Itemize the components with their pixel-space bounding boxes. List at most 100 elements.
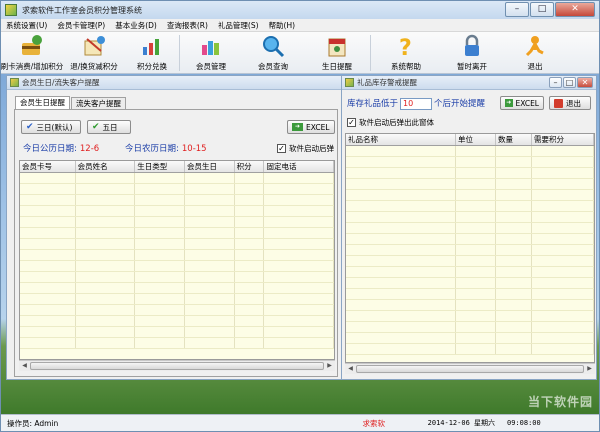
table-cell bbox=[346, 212, 456, 222]
table-row[interactable] bbox=[346, 256, 594, 267]
return-goods-icon bbox=[84, 36, 105, 56]
table-row[interactable] bbox=[346, 179, 594, 190]
scroll-left-icon[interactable]: ◀ bbox=[19, 361, 30, 371]
table-cell bbox=[496, 256, 532, 266]
table-row[interactable] bbox=[346, 201, 594, 212]
gift-export-excel-button[interactable]: ➜ EXCEL bbox=[500, 96, 544, 110]
table-row[interactable] bbox=[20, 206, 334, 217]
menu-help[interactable]: 帮助(H) bbox=[264, 20, 301, 31]
menu-basic-business[interactable]: 基本业务(D) bbox=[110, 20, 162, 31]
table-row[interactable] bbox=[346, 278, 594, 289]
child-maximize-button[interactable]: □ bbox=[563, 77, 576, 88]
table-row[interactable] bbox=[346, 146, 594, 157]
scroll-right-icon[interactable]: ▶ bbox=[324, 361, 335, 371]
column-header[interactable]: 数量 bbox=[496, 134, 532, 145]
table-cell bbox=[346, 179, 456, 189]
table-cell bbox=[264, 294, 334, 304]
table-row[interactable] bbox=[346, 168, 594, 179]
minimize-button[interactable]: – bbox=[505, 2, 529, 17]
birthday-reminder-button[interactable]: 生日提醒 bbox=[304, 32, 370, 74]
scroll-thumb[interactable] bbox=[356, 365, 584, 373]
return-goods-button[interactable]: 退/换货减积分 bbox=[63, 32, 125, 74]
table-row[interactable] bbox=[346, 300, 594, 311]
gift-exit-button[interactable]: 退出 bbox=[549, 96, 591, 110]
table-row[interactable] bbox=[20, 250, 334, 261]
table-row[interactable] bbox=[20, 228, 334, 239]
menu-system-settings[interactable]: 系统设置(U) bbox=[1, 20, 52, 31]
column-header[interactable]: 会员卡号 bbox=[20, 161, 76, 172]
table-row[interactable] bbox=[20, 305, 334, 316]
menu-gift-manage[interactable]: 礼品管理(S) bbox=[213, 20, 264, 31]
table-row[interactable] bbox=[346, 223, 594, 234]
threshold-input[interactable]: 10 bbox=[400, 98, 433, 110]
exit-button[interactable]: 退出 bbox=[503, 32, 567, 74]
table-row[interactable] bbox=[20, 338, 334, 349]
temporary-leave-button[interactable]: 暂时离开 bbox=[441, 32, 503, 74]
five-days-button[interactable]: ✔ 五日 bbox=[87, 120, 131, 134]
scroll-thumb[interactable] bbox=[30, 362, 324, 370]
menu-card-manage[interactable]: 会员卡管理(P) bbox=[52, 20, 110, 31]
column-header[interactable]: 会员生日 bbox=[185, 161, 235, 172]
table-row[interactable] bbox=[346, 333, 594, 344]
table-row[interactable] bbox=[346, 234, 594, 245]
maximize-button[interactable]: □ bbox=[530, 2, 554, 17]
table-row[interactable] bbox=[20, 283, 334, 294]
gift-autostart-checkbox[interactable]: ✓ 软件启动后弹出此窗体 bbox=[347, 117, 434, 128]
column-header[interactable]: 积分 bbox=[235, 161, 265, 172]
table-row[interactable] bbox=[346, 212, 594, 223]
column-header[interactable]: 生日类型 bbox=[135, 161, 185, 172]
table-row[interactable] bbox=[20, 316, 334, 327]
table-cell bbox=[76, 195, 136, 205]
table-cell bbox=[346, 146, 456, 156]
table-cell bbox=[185, 327, 235, 337]
table-cell bbox=[185, 206, 235, 216]
operator-status: 操作员: Admin bbox=[7, 418, 59, 428]
member-manage-button[interactable]: 会员管理 bbox=[180, 32, 242, 74]
table-cell bbox=[135, 327, 185, 337]
table-row[interactable] bbox=[346, 311, 594, 322]
table-row[interactable] bbox=[20, 217, 334, 228]
tab-birthday-reminder[interactable]: 会员生日提醒 bbox=[15, 96, 70, 109]
scroll-left-icon[interactable]: ◀ bbox=[345, 364, 356, 374]
three-days-button[interactable]: ✔ 三日(默认) bbox=[21, 120, 81, 134]
menu-query-report[interactable]: 查询报表(R) bbox=[162, 20, 213, 31]
points-exchange-button[interactable]: 积分兑换 bbox=[125, 32, 179, 74]
table-cell bbox=[264, 217, 334, 227]
excel-icon: ➜ bbox=[292, 123, 303, 131]
column-header[interactable]: 单位 bbox=[456, 134, 496, 145]
column-header[interactable]: 礼品名称 bbox=[346, 134, 456, 145]
table-row[interactable] bbox=[20, 195, 334, 206]
table-row[interactable] bbox=[346, 245, 594, 256]
column-header[interactable]: 需要积分 bbox=[532, 134, 594, 145]
export-excel-button[interactable]: ➜ EXCEL bbox=[287, 120, 335, 134]
table-cell bbox=[532, 278, 594, 288]
child-minimize-button[interactable]: – bbox=[549, 77, 562, 88]
window-title: 求索软件工作室会员积分管理系统 bbox=[22, 5, 142, 15]
card-swipe-button[interactable]: 刷卡消费/增加积分 bbox=[1, 32, 63, 74]
autostart-checkbox[interactable]: ✓ 软件启动后弹 bbox=[277, 143, 334, 154]
table-row[interactable] bbox=[20, 184, 334, 195]
column-header[interactable]: 固定电话 bbox=[264, 161, 334, 172]
table-row[interactable] bbox=[346, 157, 594, 168]
table-row[interactable] bbox=[20, 261, 334, 272]
table-row[interactable] bbox=[20, 272, 334, 283]
table-cell bbox=[532, 333, 594, 343]
table-row[interactable] bbox=[346, 289, 594, 300]
table-row[interactable] bbox=[346, 190, 594, 201]
horizontal-scrollbar[interactable]: ◀ ▶ bbox=[19, 360, 335, 371]
horizontal-scrollbar[interactable]: ◀ ▶ bbox=[345, 363, 595, 374]
table-row[interactable] bbox=[346, 344, 594, 355]
column-header[interactable]: 会员姓名 bbox=[76, 161, 136, 172]
child-close-button[interactable]: ✕ bbox=[577, 77, 593, 88]
scroll-right-icon[interactable]: ▶ bbox=[584, 364, 595, 374]
table-row[interactable] bbox=[346, 322, 594, 333]
table-row[interactable] bbox=[20, 239, 334, 250]
table-row[interactable] bbox=[20, 294, 334, 305]
table-row[interactable] bbox=[20, 327, 334, 338]
close-button[interactable]: ✕ bbox=[555, 2, 595, 17]
tab-lost-customer[interactable]: 流失客户提醒 bbox=[71, 97, 126, 109]
system-help-button[interactable]: ? 系统帮助 bbox=[371, 32, 441, 74]
table-row[interactable] bbox=[346, 267, 594, 278]
member-search-button[interactable]: 会员查询 bbox=[242, 32, 304, 74]
table-row[interactable] bbox=[20, 173, 334, 184]
